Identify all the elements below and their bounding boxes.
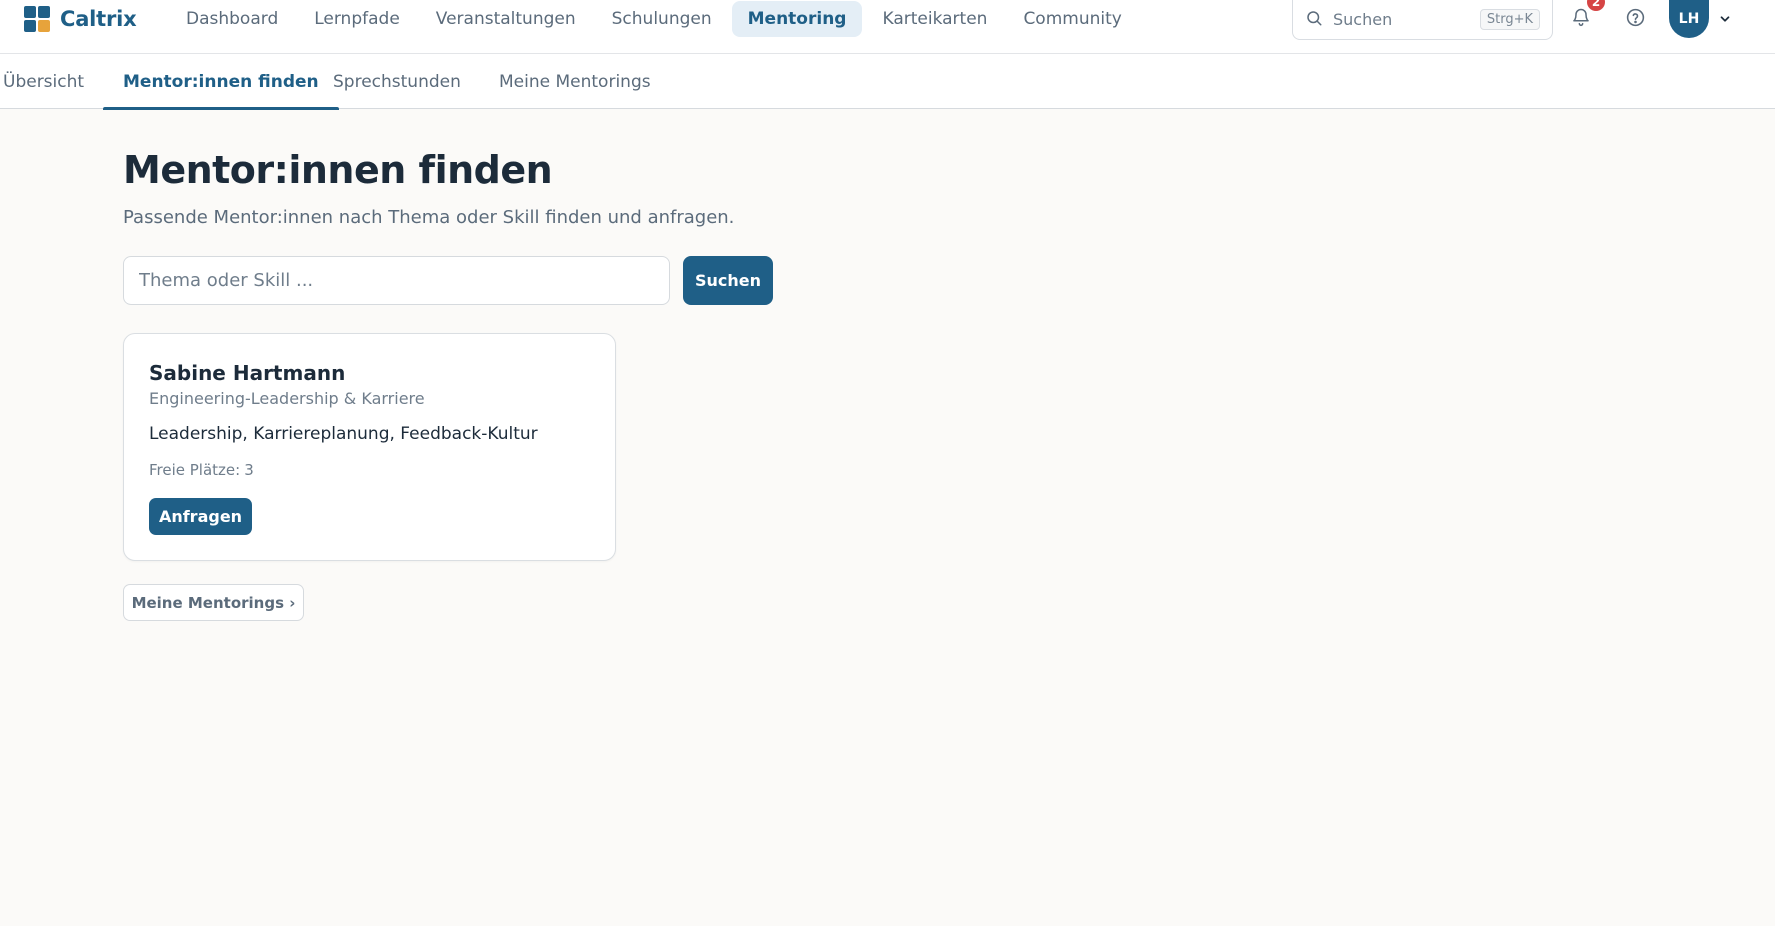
request-mentor-button[interactable]: Anfragen [149,498,252,535]
free-slots-label: Freie Plätze: [149,461,241,479]
search-shortcut-hint: Strg+K [1479,9,1540,30]
chevron-down-icon[interactable] [1718,11,1732,30]
global-search-input[interactable] [1333,10,1473,29]
page-subtitle: Passende Mentor:innen nach Thema oder Sk… [123,207,735,228]
tab-sprechstunden[interactable]: Sprechstunden [333,54,461,109]
tab-mentor-finden[interactable]: Mentor:innen finden [103,54,339,110]
search-button[interactable]: Suchen [683,256,773,305]
main-nav: Dashboard Lernpfade Veranstaltungen Schu… [170,0,1138,38]
topic-search-input[interactable] [123,256,670,305]
nav-item-lernpfade[interactable]: Lernpfade [298,1,416,37]
search-icon [1305,9,1323,31]
nav-item-schulungen[interactable]: Schulungen [596,1,728,37]
mentor-area: Engineering-Leadership & Karriere [149,389,425,408]
tab-meine-mentorings[interactable]: Meine Mentorings [499,54,651,109]
free-slots-value: 3 [244,461,254,479]
help-button[interactable] [1620,6,1650,32]
help-circle-icon [1625,7,1646,32]
tab-uebersicht[interactable]: Übersicht [3,54,84,109]
nav-item-mentoring[interactable]: Mentoring [731,1,863,37]
mentor-card: Sabine Hartmann Engineering-Leadership &… [123,333,616,561]
app-name: Caltrix [60,7,137,31]
nav-item-community[interactable]: Community [1007,1,1137,37]
bell-icon [1571,7,1591,31]
my-mentorings-button[interactable]: Meine Mentorings › [123,584,304,621]
global-search[interactable]: Strg+K [1292,0,1553,40]
logo-icon [24,6,50,32]
mentor-skills: Leadership, Karriereplanung, Feedback-Ku… [149,424,538,444]
nav-item-karteikarten[interactable]: Karteikarten [866,1,1003,37]
app-logo[interactable]: Caltrix [24,5,137,33]
sub-nav: Übersicht Mentor:innen finden Sprechstun… [0,54,1775,110]
page-title: Mentor:innen finden [123,148,553,192]
nav-item-veranstaltungen[interactable]: Veranstaltungen [420,1,592,37]
nav-item-dashboard[interactable]: Dashboard [170,1,294,37]
mentor-free-slots: Freie Plätze: 3 [149,461,254,479]
top-bar: Caltrix Dashboard Lernpfade Veranstaltun… [0,0,1775,54]
user-avatar[interactable]: LH [1669,0,1709,38]
mentor-name: Sabine Hartmann [149,361,346,385]
